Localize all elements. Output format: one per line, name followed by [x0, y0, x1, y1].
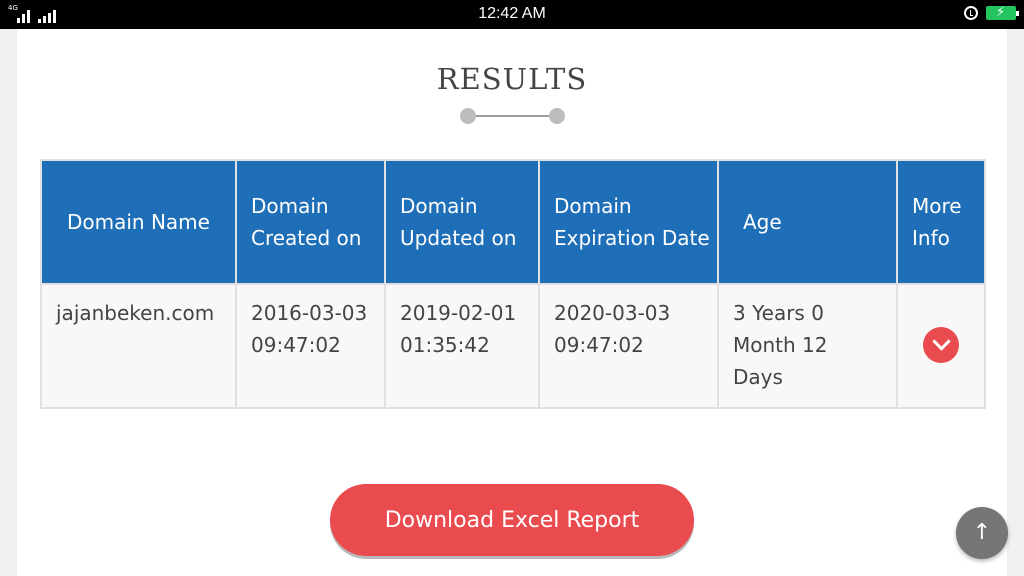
clock: 12:42 AM [478, 5, 546, 22]
cell-age: 3 Years 0 Month 12 Days [717, 283, 898, 409]
results-table: Domain Name Domain Created on Domain Upd… [40, 159, 986, 409]
scroll-to-top-button[interactable]: ↑ [956, 507, 1008, 559]
alarm-icon [964, 6, 978, 20]
chevron-down-icon[interactable] [923, 326, 959, 363]
expiration-time: 09:47:02 [554, 333, 644, 357]
updated-time: 01:35:42 [400, 333, 490, 357]
updated-date: 2019-02-01 [400, 301, 517, 325]
status-bar: 4G 12:42 AM ⚡ [0, 0, 1024, 29]
table-row: jajanbeken.com 2016-03-03 09:47:02 2019-… [40, 283, 986, 409]
header-updated-on: Domain Updated on [384, 159, 540, 285]
heading-divider [460, 108, 566, 124]
header-created-on: Domain Created on [235, 159, 386, 285]
created-time: 09:47:02 [251, 333, 341, 357]
arrow-up-icon: ↑ [972, 520, 992, 545]
header-expiration-date: Domain Expiration Date [538, 159, 719, 285]
cell-more-info [896, 283, 986, 409]
cell-expiration-date: 2020-03-03 09:47:02 [538, 283, 719, 409]
cell-domain-name: jajanbeken.com [40, 283, 237, 409]
cell-updated-on: 2019-02-01 01:35:42 [384, 283, 540, 409]
battery-icon: ⚡ [986, 5, 1019, 20]
header-more-info: More Info [896, 159, 986, 285]
download-excel-button[interactable]: Download Excel Report [330, 484, 694, 556]
header-age: Age [717, 159, 898, 285]
table-header-row: Domain Name Domain Created on Domain Upd… [40, 159, 986, 285]
expiration-date: 2020-03-03 [554, 301, 671, 325]
created-date: 2016-03-03 [251, 301, 368, 325]
cell-created-on: 2016-03-03 09:47:02 [235, 283, 386, 409]
results-heading: RESULTS [436, 62, 588, 96]
header-domain-name: Domain Name [40, 159, 237, 285]
